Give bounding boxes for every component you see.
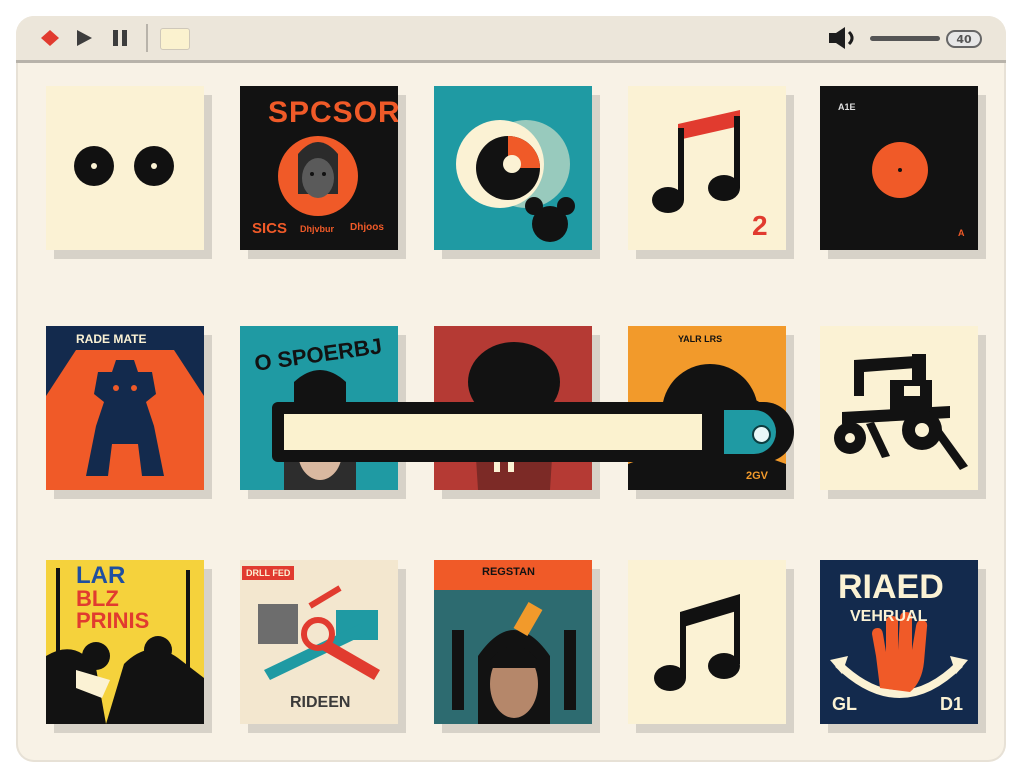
album-subtitle: PRINIS (76, 608, 150, 633)
search-input[interactable] (284, 414, 732, 450)
album-subtitle: SICS (252, 220, 288, 237)
album-card-10[interactable] (820, 326, 978, 490)
pause-icon (113, 30, 127, 46)
album-cover-art (46, 326, 204, 476)
play-icon (77, 30, 92, 46)
album-card-6[interactable]: RADE MATE (46, 326, 204, 490)
search-toggle-icon (724, 410, 776, 454)
album-title: RIAED (838, 568, 944, 606)
album-subtitle: Dhjoos (350, 222, 384, 233)
search-bar (272, 402, 794, 462)
camera-rig-icon (834, 354, 968, 470)
album-card-12[interactable]: DRLL FED RIDEEN (240, 560, 398, 724)
album-card-2[interactable]: SPCSOR SICS Dhjvbur Dhjoos (240, 86, 398, 250)
search-frame (272, 402, 740, 462)
album-subtitle: GL (832, 694, 857, 714)
album-card-14[interactable] (628, 560, 786, 724)
album-number: 2 (752, 210, 768, 241)
album-title: DRLL FED (242, 566, 295, 580)
album-title: SPCSOR (268, 96, 398, 129)
play-button[interactable] (72, 28, 96, 48)
album-subtitle: D1 (940, 694, 964, 714)
album-card-1[interactable] (46, 86, 204, 250)
album-subtitle: Dhjvbur (300, 224, 335, 234)
album-title: REGSTAN (482, 566, 535, 578)
toolbar: 40 (16, 16, 1006, 63)
record-button[interactable] (38, 28, 62, 48)
album-card-15[interactable]: RIAED VEHRUAL GL D1 (820, 560, 978, 724)
album-cover-art (456, 104, 575, 242)
speaker-icon (829, 27, 854, 49)
volume-badge[interactable]: 40 (946, 30, 982, 48)
album-title: YALR LRS (678, 334, 723, 344)
album-card-3[interactable] (434, 86, 592, 250)
toolbar-input[interactable] (160, 28, 190, 50)
album-subtitle: 2GV (746, 470, 769, 482)
album-cover-art (74, 146, 174, 186)
pause-button[interactable] (108, 28, 132, 48)
album-subtitle: VEHRUAL (850, 608, 928, 625)
volume-slider[interactable] (870, 36, 940, 41)
diamond-record-icon (41, 30, 59, 46)
album-card-4[interactable]: 2 (628, 86, 786, 250)
music-library-window: 40 SPCSOR SICS Dhjvbur Dhjoos 2 A1E A RA… (16, 16, 1006, 762)
album-card-13[interactable]: REGSTAN (434, 560, 592, 724)
album-title: A1E (838, 102, 856, 112)
album-cover-art (434, 560, 592, 724)
search-toggle-button[interactable] (702, 402, 794, 462)
volume-button[interactable] (828, 26, 862, 50)
album-card-5[interactable]: A1E A (820, 86, 978, 250)
toolbar-divider (146, 24, 148, 52)
toggle-knob (752, 425, 771, 444)
album-subtitle: RIDEEN (290, 694, 351, 711)
album-card-11[interactable]: LAR BLZ PRINIS (46, 560, 204, 724)
music-note-icon (654, 594, 740, 691)
album-title: RADE MATE (76, 332, 147, 346)
album-subtitle: A (958, 228, 965, 238)
